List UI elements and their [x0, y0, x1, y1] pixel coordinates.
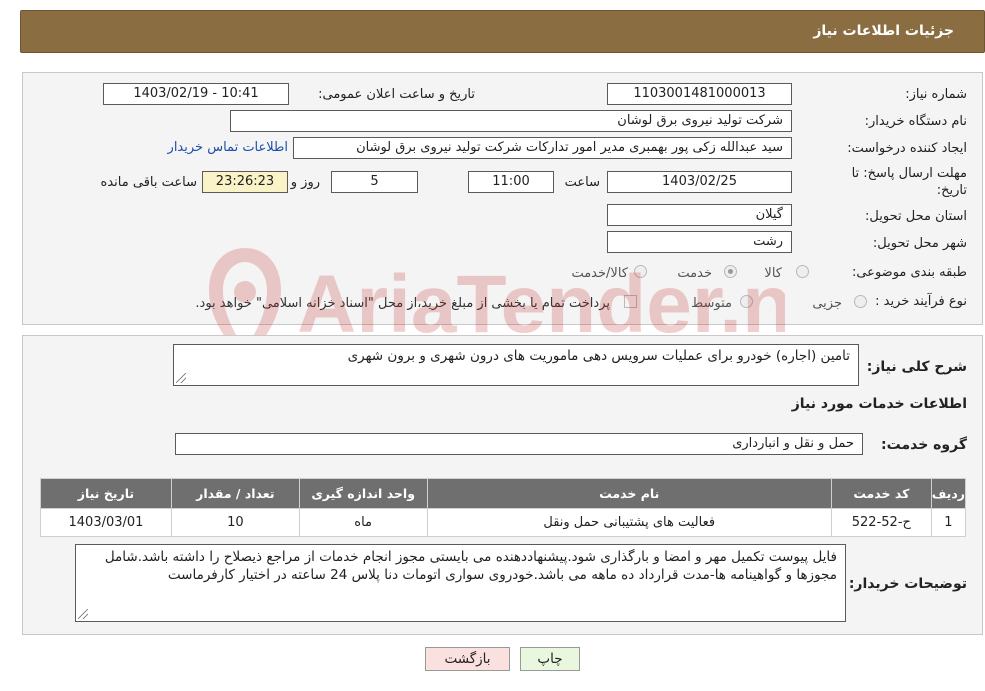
remaining-label: ساعت باقی مانده — [100, 175, 197, 190]
remaining-time-field[interactable]: 23:26:23 — [202, 171, 288, 193]
service-group-field[interactable]: حمل و نقل و انبارداری — [175, 433, 863, 455]
deadline-date-field[interactable]: 1403/02/25 — [607, 171, 792, 193]
purchase-minor-radio[interactable] — [854, 295, 867, 308]
buyer-label: نام دستگاه خریدار: — [864, 114, 967, 129]
service-group-label: گروه خدمت: — [881, 437, 967, 453]
buyer-field[interactable]: شرکت تولید نیروی برق لوشان — [230, 110, 792, 132]
category-goods-radio[interactable] — [796, 265, 809, 278]
purchase-medium-radio[interactable] — [740, 295, 753, 308]
resize-grip-icon[interactable] — [176, 373, 186, 383]
province-label: استان محل تحویل: — [865, 209, 967, 224]
resize-grip-icon[interactable] — [78, 609, 88, 619]
deadline-label-2: تاریخ: — [936, 183, 967, 198]
time-label: ساعت — [564, 175, 600, 190]
deadline-label-1: مهلت ارسال پاسخ: تا — [851, 166, 967, 181]
cell-name: فعالیت های پشتیبانی حمل ونقل — [426, 508, 832, 537]
category-service-radio[interactable] — [724, 265, 737, 278]
buyer-notes-label: توضیحات خریدار: — [848, 576, 967, 592]
col-name-header: نام خدمت — [426, 478, 832, 509]
col-code-header: کد خدمت — [830, 478, 932, 509]
col-unit-header: واحد اندازه گیری — [298, 478, 428, 509]
buyer-contact-link[interactable]: اطلاعات تماس خریدار — [168, 140, 288, 155]
page-title: جزئیات اطلاعات نیاز — [813, 23, 954, 39]
cell-row: 1 — [930, 508, 967, 537]
category-goods-label: کالا — [764, 266, 782, 281]
creator-label: ایجاد کننده درخواست: — [847, 141, 967, 156]
services-section-title: اطلاعات خدمات مورد نیاز — [791, 396, 967, 412]
services-table: ردیف کد خدمت نام خدمت واحد اندازه گیری ت… — [40, 478, 967, 537]
table-row: 1 ح-52-522 فعالیت های پشتیبانی حمل ونقل … — [40, 508, 967, 537]
purchase-type-label: نوع فرآیند خرید : — [875, 294, 967, 309]
col-qty-header: تعداد / مقدار — [170, 478, 300, 509]
city-label: شهر محل تحویل: — [872, 236, 967, 251]
category-goods-service-radio[interactable] — [634, 265, 647, 278]
days-field[interactable]: 5 — [331, 171, 418, 193]
cell-unit: ماه — [298, 508, 428, 537]
province-field[interactable]: گیلان — [607, 204, 792, 226]
purchase-medium-label: متوسط — [691, 296, 732, 311]
purchase-minor-label: جزیی — [812, 296, 842, 311]
creator-field[interactable]: سید عبدالله زکی پور بهمبری مدیر امور تدا… — [293, 137, 792, 159]
treasury-payment-note: پرداخت تمام یا بخشی از مبلغ خرید،از محل … — [195, 296, 610, 311]
announce-label: تاریخ و ساعت اعلان عمومی: — [318, 87, 475, 102]
category-goods-service-label: کالا/خدمت — [571, 266, 628, 281]
treasury-payment-checkbox[interactable] — [624, 295, 637, 308]
need-number-field[interactable]: 1103001481000013 — [607, 83, 792, 105]
city-field[interactable]: رشت — [607, 231, 792, 253]
days-label: روز و — [290, 175, 320, 190]
print-button[interactable]: چاپ — [520, 647, 580, 671]
need-number-label: شماره نیاز: — [905, 87, 967, 102]
col-row-header: ردیف — [930, 478, 967, 509]
page-header: جزئیات اطلاعات نیاز — [20, 10, 985, 53]
deadline-time-field[interactable]: 11:00 — [468, 171, 554, 193]
buyer-notes-text: فایل پیوست تکمیل مهر و امضا و بارگذاری ش… — [104, 549, 837, 583]
summary-label: شرح کلی نیاز: — [866, 359, 967, 375]
summary-text: تامین (اجاره) خودرو برای عملیات سرویس ده… — [347, 348, 850, 364]
cell-code: ح-52-522 — [830, 508, 932, 537]
category-label: طبقه بندی موضوعی: — [851, 265, 967, 280]
cell-date: 1403/03/01 — [40, 508, 172, 537]
table-header-row: ردیف کد خدمت نام خدمت واحد اندازه گیری ت… — [40, 478, 967, 509]
back-button[interactable]: بازگشت — [425, 647, 510, 671]
category-service-label: خدمت — [677, 266, 712, 281]
buyer-notes-textarea[interactable]: فایل پیوست تکمیل مهر و امضا و بارگذاری ش… — [75, 544, 846, 622]
col-date-header: تاریخ نیاز — [40, 478, 172, 509]
announce-field[interactable]: 1403/02/19 - 10:41 — [103, 83, 289, 105]
summary-textarea[interactable]: تامین (اجاره) خودرو برای عملیات سرویس ده… — [173, 344, 859, 386]
cell-qty: 10 — [170, 508, 300, 537]
